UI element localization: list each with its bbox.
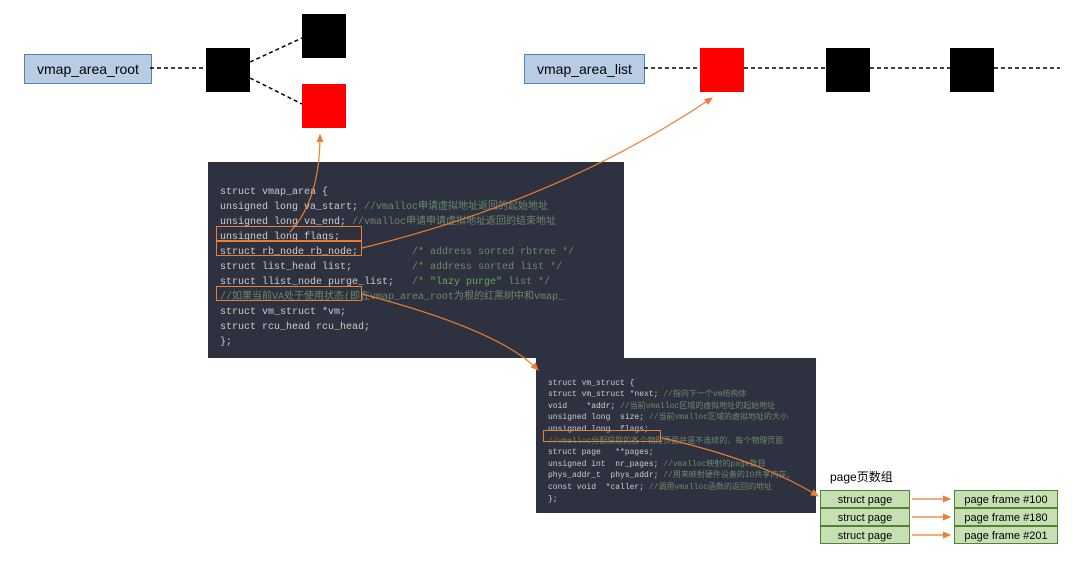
tree-node-black-1 [206,48,250,92]
highlight-vm-struct [216,286,362,301]
vmap-area-root-box: vmap_area_root [24,54,152,84]
vmap-area-list-label: vmap_area_list [537,61,632,77]
vmap-area-list-box: vmap_area_list [524,54,645,84]
code-vmap-area: struct vmap_area { unsigned long va_star… [208,162,624,358]
vmap-area-root-label: vmap_area_root [37,61,139,77]
list-node-black-2 [950,48,994,92]
struct-page-cell-2: struct page [820,526,910,544]
struct-page-cell-1: struct page [820,508,910,526]
highlight-rb-node [216,226,362,241]
page-frame-cell-1: page frame #180 [954,508,1058,526]
tree-node-red-1 [302,84,346,128]
page-frame-cell-0: page frame #100 [954,490,1058,508]
highlight-pages [543,430,661,442]
highlight-list-head [216,241,362,256]
list-node-red [700,48,744,92]
struct-page-cell-0: struct page [820,490,910,508]
list-node-black-1 [826,48,870,92]
page-array-label: page页数组 [830,468,893,485]
page-frame-cell-2: page frame #201 [954,526,1058,544]
tree-node-black-2 [302,14,346,58]
